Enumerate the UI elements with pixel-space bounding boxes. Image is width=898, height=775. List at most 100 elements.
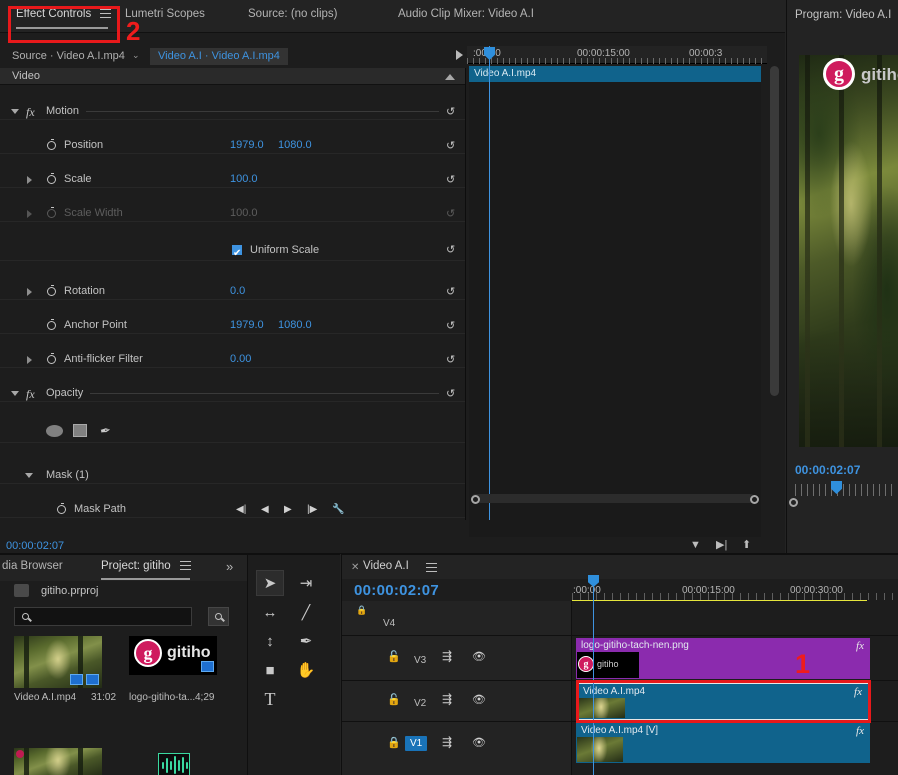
clip-video-ai-v2[interactable]: Video A.I.mp4 fx [578,684,868,719]
chevron-right-icon[interactable] [27,288,32,296]
panel-menu-icon[interactable] [426,563,437,572]
play-icon[interactable]: ▶ [284,501,292,518]
track-v4[interactable]: V4 🔒 [342,601,898,636]
collapse-icon[interactable] [445,74,455,80]
program-monitor-video[interactable]: g gitiho [799,55,898,447]
param-rotation-value[interactable]: 0.0 [230,283,245,300]
chevron-right-icon[interactable] [27,176,32,184]
tab-effect-controls[interactable]: Effect Controls [16,8,111,20]
program-monitor-zoom-handle[interactable] [789,498,798,507]
play-arrow-icon[interactable] [456,50,463,60]
ec-timeline-ruler[interactable]: :00:00 00:00:15:00 00:00:3 [467,46,767,64]
filter-bin-button[interactable] [208,607,229,626]
pen-mask-icon[interactable]: ✒ [99,421,113,440]
lock-icon[interactable]: 🔓 [387,693,401,706]
razor-tool[interactable]: ╱ [293,600,319,624]
panel-overflow-button[interactable]: » [226,559,233,574]
stopwatch-icon[interactable] [47,355,56,364]
uniform-scale-checkbox[interactable] [232,245,242,255]
lock-icon[interactable]: 🔒 [387,736,401,749]
lock-icon[interactable]: 🔓 [387,650,401,663]
ec-zoom-right-handle[interactable] [750,495,759,504]
ec-playhead[interactable] [489,46,490,520]
close-icon[interactable]: ✕ [351,562,359,573]
clip-logo-png[interactable]: logo-gitiho-tach-nen.png fx g gitiho [576,638,870,679]
rectangle-mask-icon[interactable] [73,424,87,437]
param-rotation[interactable]: Rotation 0.0 ↺ [0,283,465,300]
tab-project[interactable]: Project: gitiho [101,560,191,572]
tab-program-monitor[interactable]: Program: Video A.I [795,9,891,21]
reset-button[interactable]: ↺ [446,389,457,399]
selection-tool[interactable]: ➤ [257,571,283,595]
panel-menu-icon[interactable] [180,561,191,570]
pen-tool[interactable]: ✒ [293,629,319,653]
eye-icon[interactable]: 👁 [472,693,486,706]
list-item[interactable] [158,753,190,775]
filter-icon[interactable]: ▼ [690,539,701,551]
param-section-video[interactable]: Video [0,68,465,85]
mask-1-header[interactable]: Mask (1) [0,467,465,484]
chevron-down-icon[interactable] [11,109,19,114]
rectangle-tool[interactable]: ■ [257,658,283,682]
search-input[interactable] [14,607,192,626]
ec-timeline-clip[interactable]: Video A.I.mp4 [469,66,761,82]
reset-button[interactable]: ↺ [446,141,457,151]
stopwatch-icon[interactable] [47,321,56,330]
program-monitor-timecode[interactable]: 00:00:02:07 [795,463,860,477]
param-position[interactable]: Position 1979.0 1080.0 ↺ [0,137,465,154]
reset-button[interactable]: ↺ [446,245,457,255]
param-scale[interactable]: Scale 100.0 ↺ [0,171,465,188]
type-tool[interactable]: T [257,687,283,711]
ec-footer-timecode[interactable]: 00:00:02:07 [6,540,64,552]
tab-timeline-sequence[interactable]: Video A.I [363,560,409,572]
param-anchor-point[interactable]: Anchor Point 1979.0 1080.0 ↺ [0,317,465,334]
reset-button[interactable]: ↺ [446,175,457,185]
track-label-v2[interactable]: V2 [414,698,426,709]
timeline-playhead[interactable] [593,575,594,775]
eye-icon[interactable]: 👁 [472,650,486,663]
ec-horizontal-scrollbar[interactable] [471,494,755,503]
ec-zoom-left-handle[interactable] [471,495,480,504]
reset-button[interactable]: ↺ [446,107,457,117]
stopwatch-icon[interactable] [57,505,66,514]
track-label-v3[interactable]: V3 [414,655,426,666]
track-v1[interactable]: 🔒 V1 ⇶ 👁 Video A.I.mp4 [V] fx [342,722,898,775]
chevron-down-icon[interactable] [25,473,33,478]
clip-video-ai-v1[interactable]: Video A.I.mp4 [V] fx [576,723,870,763]
sync-lock-icon[interactable]: ⇶ [442,735,452,749]
stopwatch-icon[interactable] [47,175,56,184]
stopwatch-icon[interactable] [47,141,56,150]
ellipse-mask-icon[interactable] [46,425,63,437]
track-v3[interactable]: 🔓 V3 ⇶ 👁 logo-gitiho-tach-nen.png fx g g… [342,636,898,681]
panel-menu-icon[interactable] [100,9,111,18]
param-anchor-y[interactable]: 1080.0 [278,317,312,334]
reset-button[interactable]: ↺ [446,321,457,331]
reset-button[interactable]: ↺ [446,355,457,365]
list-item[interactable] [14,636,102,688]
sequence-breadcrumb[interactable]: Video A.I · Video A.I.mp4 [150,48,288,65]
lock-icon[interactable]: 🔒 [356,605,367,616]
chevron-right-icon[interactable] [27,356,32,364]
prev-keyframe-icon[interactable]: ◀| [236,501,246,518]
sync-lock-icon[interactable]: ⇶ [442,649,452,663]
step-back-icon[interactable]: ◀ [261,501,269,518]
program-monitor-ruler[interactable] [795,484,893,496]
chevron-down-icon[interactable] [11,391,19,396]
param-scale-value[interactable]: 100.0 [230,171,258,188]
slip-tool[interactable]: ↕ [257,629,283,653]
ec-timeline-keyframe-area[interactable] [469,82,761,560]
param-anti-flicker[interactable]: Anti-flicker Filter 0.00 ↺ [0,351,465,368]
param-position-y[interactable]: 1080.0 [278,137,312,154]
eye-icon[interactable]: 👁 [472,736,486,749]
track-label-v1[interactable]: V1 [405,736,427,751]
next-keyframe-icon[interactable]: |▶ [307,501,317,518]
param-anti-flicker-value[interactable]: 0.00 [230,351,251,368]
param-anchor-x[interactable]: 1979.0 [230,317,264,334]
reset-button[interactable]: ↺ [446,287,457,297]
tab-source[interactable]: Source: (no clips) [248,8,337,20]
list-item[interactable] [14,748,102,775]
tab-audio-clip-mixer[interactable]: Audio Clip Mixer: Video A.I [398,8,534,20]
hand-tool[interactable]: ✋ [293,658,319,682]
ec-vertical-scrollbar[interactable] [770,66,779,396]
mask-1-path[interactable]: Mask Path ◀| ◀ ▶ |▶ 🔧 [0,501,465,518]
